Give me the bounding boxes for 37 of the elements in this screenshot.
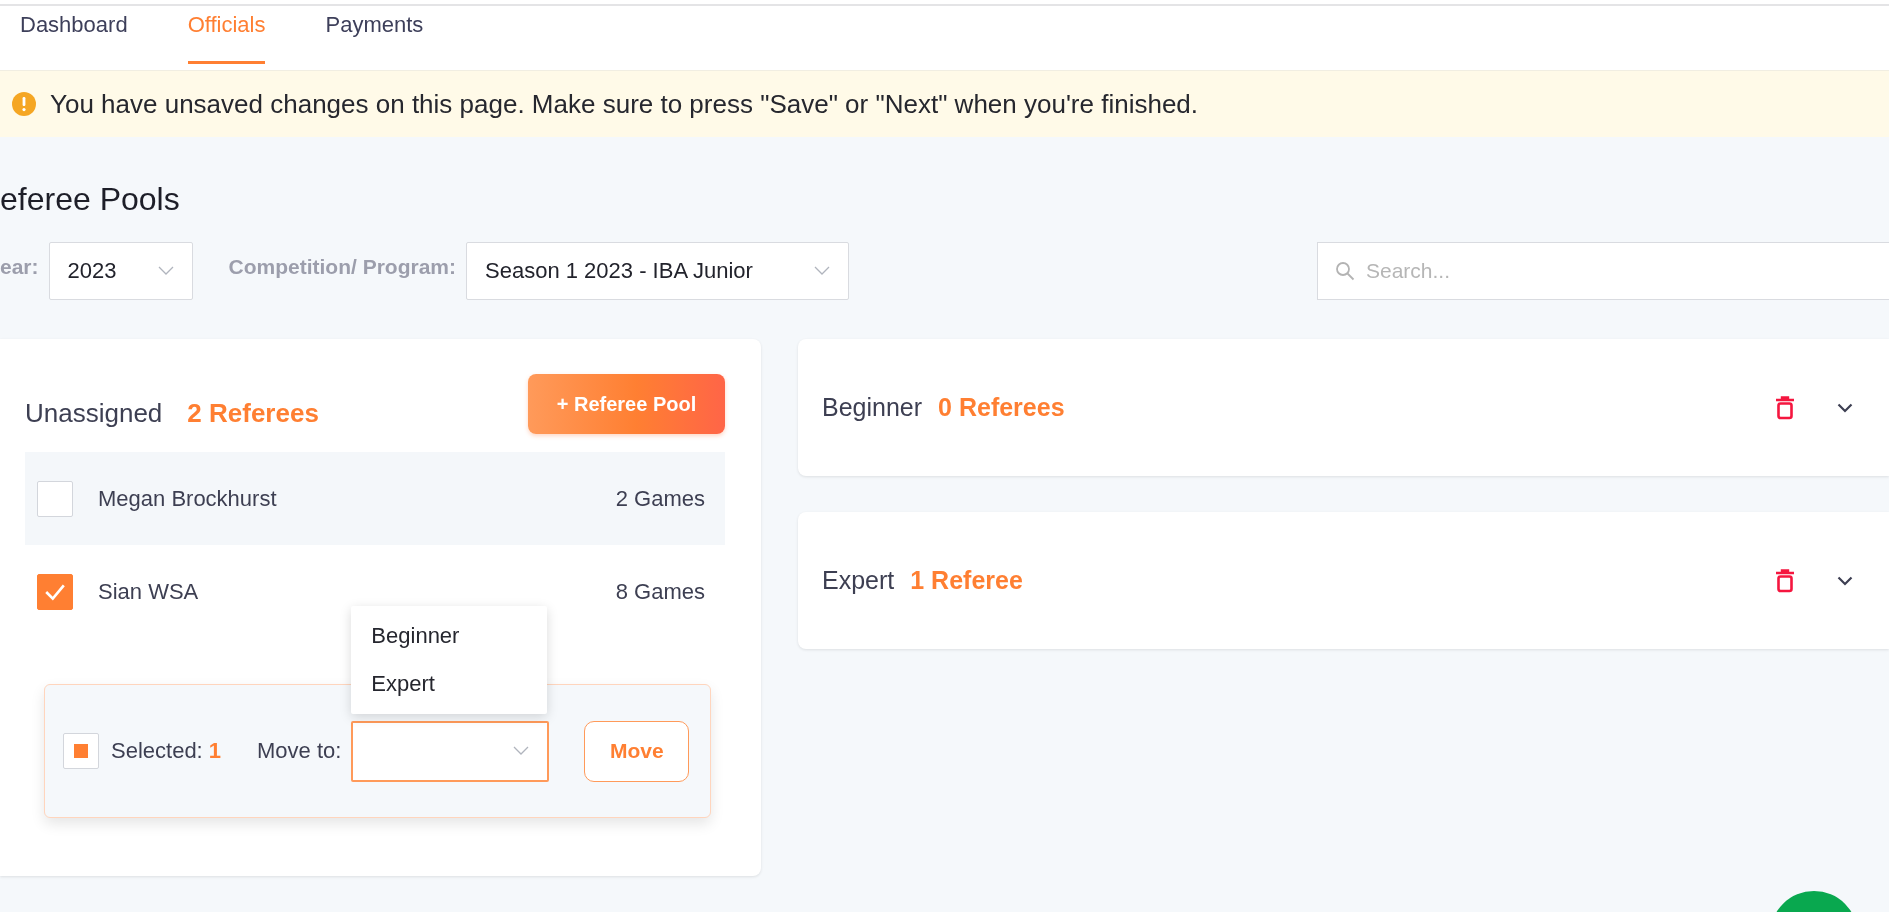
referee-count: 2 Referees <box>187 397 319 429</box>
competition-label: Competition/ Program: <box>228 254 457 279</box>
nav-tab[interactable]: Dashboard <box>20 6 128 64</box>
menu-option[interactable]: Beginner <box>351 611 548 660</box>
search-icon <box>1335 261 1355 281</box>
games-count: 2 Games <box>615 485 705 512</box>
pool-referee-count: 0 Referees <box>938 393 1065 422</box>
select-all-checkbox[interactable] <box>63 733 99 769</box>
checkmark-icon <box>44 582 66 601</box>
referee-checkbox[interactable] <box>37 573 73 610</box>
year-select[interactable]: 2023 <box>48 242 193 300</box>
referee-name: Megan Brockhurst <box>98 485 277 512</box>
selected-label: Selected: <box>111 738 203 764</box>
chevron-icon[interactable] <box>1837 402 1853 413</box>
selected-count: 1 <box>208 738 221 764</box>
page-title: eferee Pools <box>0 180 181 219</box>
games-count: 8 Games <box>615 578 705 605</box>
delete-icon[interactable] <box>1775 568 1795 593</box>
chevron-icon <box>814 266 831 276</box>
chevron-icon[interactable] <box>1837 575 1853 586</box>
pool-name: Expert <box>822 566 895 595</box>
unassigned-title: Unassigned <box>25 397 163 429</box>
competition-select[interactable]: Season 1 2023 - IBA Junior <box>466 242 850 300</box>
referee-checkbox[interactable] <box>37 480 73 517</box>
pool-name: Beginner <box>822 393 923 422</box>
referee-name: Sian WSA <box>98 578 199 605</box>
warning-text: You have unsaved changes on this page. Make sure to press "Save" or "Next" when you're finished. <box>50 88 1199 120</box>
chevron-icon <box>513 746 530 756</box>
menu-option[interactable]: Expert <box>351 659 548 708</box>
search-field[interactable]: Search... <box>1317 242 1889 300</box>
delete-icon[interactable] <box>1775 395 1795 420</box>
warning-icon <box>12 92 36 116</box>
move-to-label: Move to: <box>257 738 342 764</box>
pool-referee-count: 1 Referee <box>910 566 1023 595</box>
nav-tab[interactable]: Payments <box>325 6 424 64</box>
year-label: ear: <box>0 254 39 279</box>
chevron-icon <box>157 266 174 276</box>
